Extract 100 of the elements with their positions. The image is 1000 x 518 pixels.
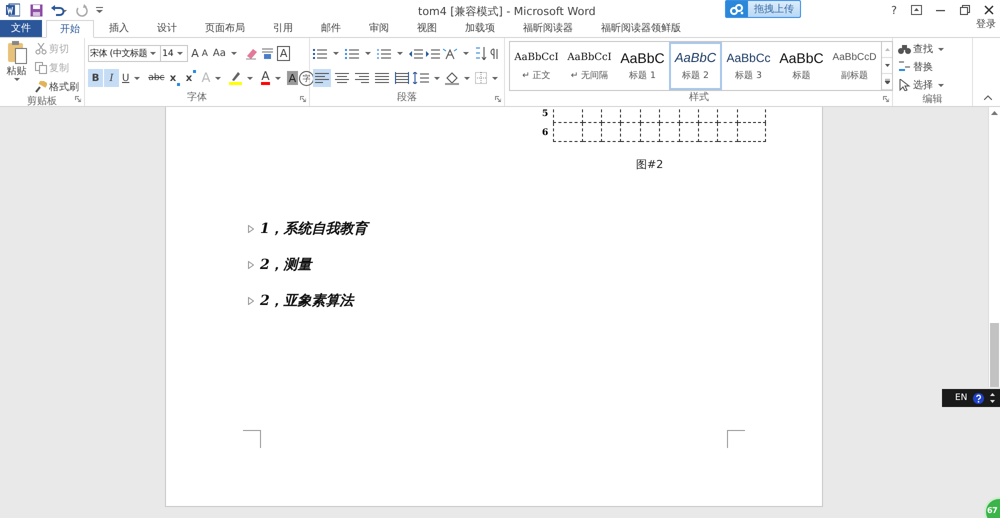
collapse-triangle-icon[interactable] xyxy=(248,225,254,233)
borders-icon[interactable] xyxy=(475,72,487,84)
replace-icon xyxy=(898,61,911,73)
find-button[interactable]: 查找 xyxy=(896,40,949,58)
style-item[interactable]: AaBbCc 标题 3 xyxy=(722,42,775,90)
style-item[interactable]: AaBbCcD 副标题 xyxy=(828,42,881,90)
character-shading-button[interactable]: A xyxy=(286,71,298,86)
save-icon[interactable] xyxy=(30,4,43,16)
multilevel-list-icon[interactable] xyxy=(377,48,391,60)
sort-icon[interactable] xyxy=(475,47,487,60)
sup-button[interactable]: x xyxy=(184,69,199,88)
caret-icon[interactable] xyxy=(14,78,20,81)
ribbon-tab[interactable]: 设计 xyxy=(144,20,190,37)
customize-icon[interactable] xyxy=(96,6,103,14)
margin-corner-icon xyxy=(243,430,261,448)
close-icon[interactable] xyxy=(984,5,994,15)
font-name-field[interactable]: 宋体 (中文标题 xyxy=(88,45,162,62)
align-left-button[interactable] xyxy=(313,69,331,88)
scroll-down-icon[interactable] xyxy=(884,64,890,67)
more-icon[interactable] xyxy=(884,79,890,84)
style-preview: AaBbCc xyxy=(726,50,771,64)
collapse-ribbon-icon[interactable] xyxy=(984,95,992,100)
table-cell xyxy=(718,107,738,123)
table-cell xyxy=(738,123,766,142)
change-case-button[interactable]: Aa xyxy=(210,44,242,63)
select-button[interactable]: 选择 xyxy=(896,76,949,94)
collapse-triangle-icon[interactable] xyxy=(248,261,254,269)
ribbon-tab[interactable]: 福昕阅读器 xyxy=(510,20,586,37)
underline-button[interactable]: U xyxy=(120,69,146,88)
help-icon[interactable] xyxy=(973,392,984,404)
pilcrow-icon[interactable] xyxy=(490,48,500,60)
style-preview: AaBbCcI xyxy=(514,50,559,64)
paint-bucket-icon[interactable] xyxy=(445,72,459,85)
character-border-button[interactable]: A xyxy=(276,46,290,62)
word-logo-icon xyxy=(6,3,20,17)
align-distribute-icon xyxy=(395,72,409,84)
style-item[interactable]: AaBbC 标题 1 xyxy=(616,42,669,90)
style-item[interactable]: AaBbC 标题 xyxy=(775,42,828,90)
grow-font-button[interactable]: A xyxy=(191,44,199,63)
asian-layout-icon[interactable] xyxy=(443,48,457,60)
ribbon-tab[interactable]: 加载项 xyxy=(452,20,508,37)
ribbon-tab[interactable]: 插入 xyxy=(96,20,142,37)
style-item[interactable]: AaBbCcI ↵ 无间隔 xyxy=(563,42,616,90)
dialog-launcher-icon[interactable] xyxy=(75,96,81,102)
scissors-icon xyxy=(35,43,47,56)
style-name: 标题 3 xyxy=(735,70,762,82)
restore-icon[interactable] xyxy=(960,5,970,15)
align-right-icon xyxy=(355,72,369,84)
options-icon[interactable] xyxy=(990,393,996,403)
line-spacing-icon[interactable] xyxy=(413,72,429,84)
ribbon-tab[interactable]: 视图 xyxy=(404,20,450,37)
font-color-button[interactable]: A xyxy=(259,69,286,88)
eraser-icon[interactable] xyxy=(244,47,258,60)
bullets-icon[interactable] xyxy=(313,48,327,60)
scroll-up-icon[interactable] xyxy=(991,111,998,115)
ribbon-tab[interactable]: 引用 xyxy=(260,20,306,37)
ribbon-tab[interactable]: 福昕阅读器领鲜版 xyxy=(588,20,694,37)
window-title: tom4 [兼容模式] - Microsoft Word xyxy=(418,4,596,19)
italic-button[interactable]: I xyxy=(104,69,119,88)
decrease-indent-icon[interactable] xyxy=(409,48,423,60)
style-preview: AaBbC xyxy=(620,50,665,64)
ribbon-tab[interactable]: 邮件 xyxy=(308,20,354,37)
sub-button[interactable]: x xyxy=(168,69,183,88)
ribbon-tab[interactable]: 开始 xyxy=(46,20,94,38)
dialog-launcher-icon[interactable] xyxy=(300,96,306,102)
help-button[interactable]: ? xyxy=(891,4,897,16)
scrollbar-thumb[interactable] xyxy=(990,323,999,387)
dialog-launcher-icon[interactable] xyxy=(495,96,501,102)
language-bar[interactable]: EN xyxy=(942,389,1000,407)
phonetic-guide-icon[interactable] xyxy=(260,47,274,60)
strike-button[interactable]: abc xyxy=(146,69,167,88)
ribbon-display-icon[interactable] xyxy=(911,5,922,15)
ribbon-tab[interactable]: 审阅 xyxy=(356,20,402,37)
numbering-icon[interactable] xyxy=(345,48,359,60)
style-item[interactable]: AaBbC 标题 2 xyxy=(669,42,722,90)
ribbon-tab[interactable]: 页面布局 xyxy=(192,20,258,37)
style-name: 标题 1 xyxy=(629,70,656,82)
style-preview: AaBbC xyxy=(779,50,824,64)
table-cell xyxy=(660,123,680,142)
vertical-scrollbar[interactable] xyxy=(988,107,1000,387)
painter-button[interactable]: 格式刷 xyxy=(33,78,81,96)
shrink-font-button[interactable]: A xyxy=(202,44,208,63)
table-cell xyxy=(553,123,583,142)
dialog-launcher-icon[interactable] xyxy=(883,96,889,102)
increase-indent-icon[interactable] xyxy=(426,48,440,60)
paste-button[interactable]: 粘贴 xyxy=(3,40,30,96)
table-cell xyxy=(621,107,641,123)
replace-button[interactable]: 替换 xyxy=(896,58,949,76)
file-tab[interactable]: 文件 xyxy=(0,20,42,37)
table-cell xyxy=(553,107,583,123)
bold-button[interactable]: B xyxy=(88,69,103,88)
table-cell xyxy=(641,107,660,123)
style-preview: AaBbCcI xyxy=(567,50,612,64)
sign-in-link[interactable]: 登录 xyxy=(976,17,996,31)
upload-button[interactable]: 拖拽上传 xyxy=(725,0,801,18)
font-size-field[interactable]: 14 xyxy=(160,45,188,62)
undo-icon[interactable] xyxy=(51,4,67,16)
collapse-triangle-icon[interactable] xyxy=(248,297,254,305)
group-label: 段落 xyxy=(396,92,418,105)
style-item[interactable]: AaBbCcI ↵ 正文 xyxy=(510,42,563,90)
